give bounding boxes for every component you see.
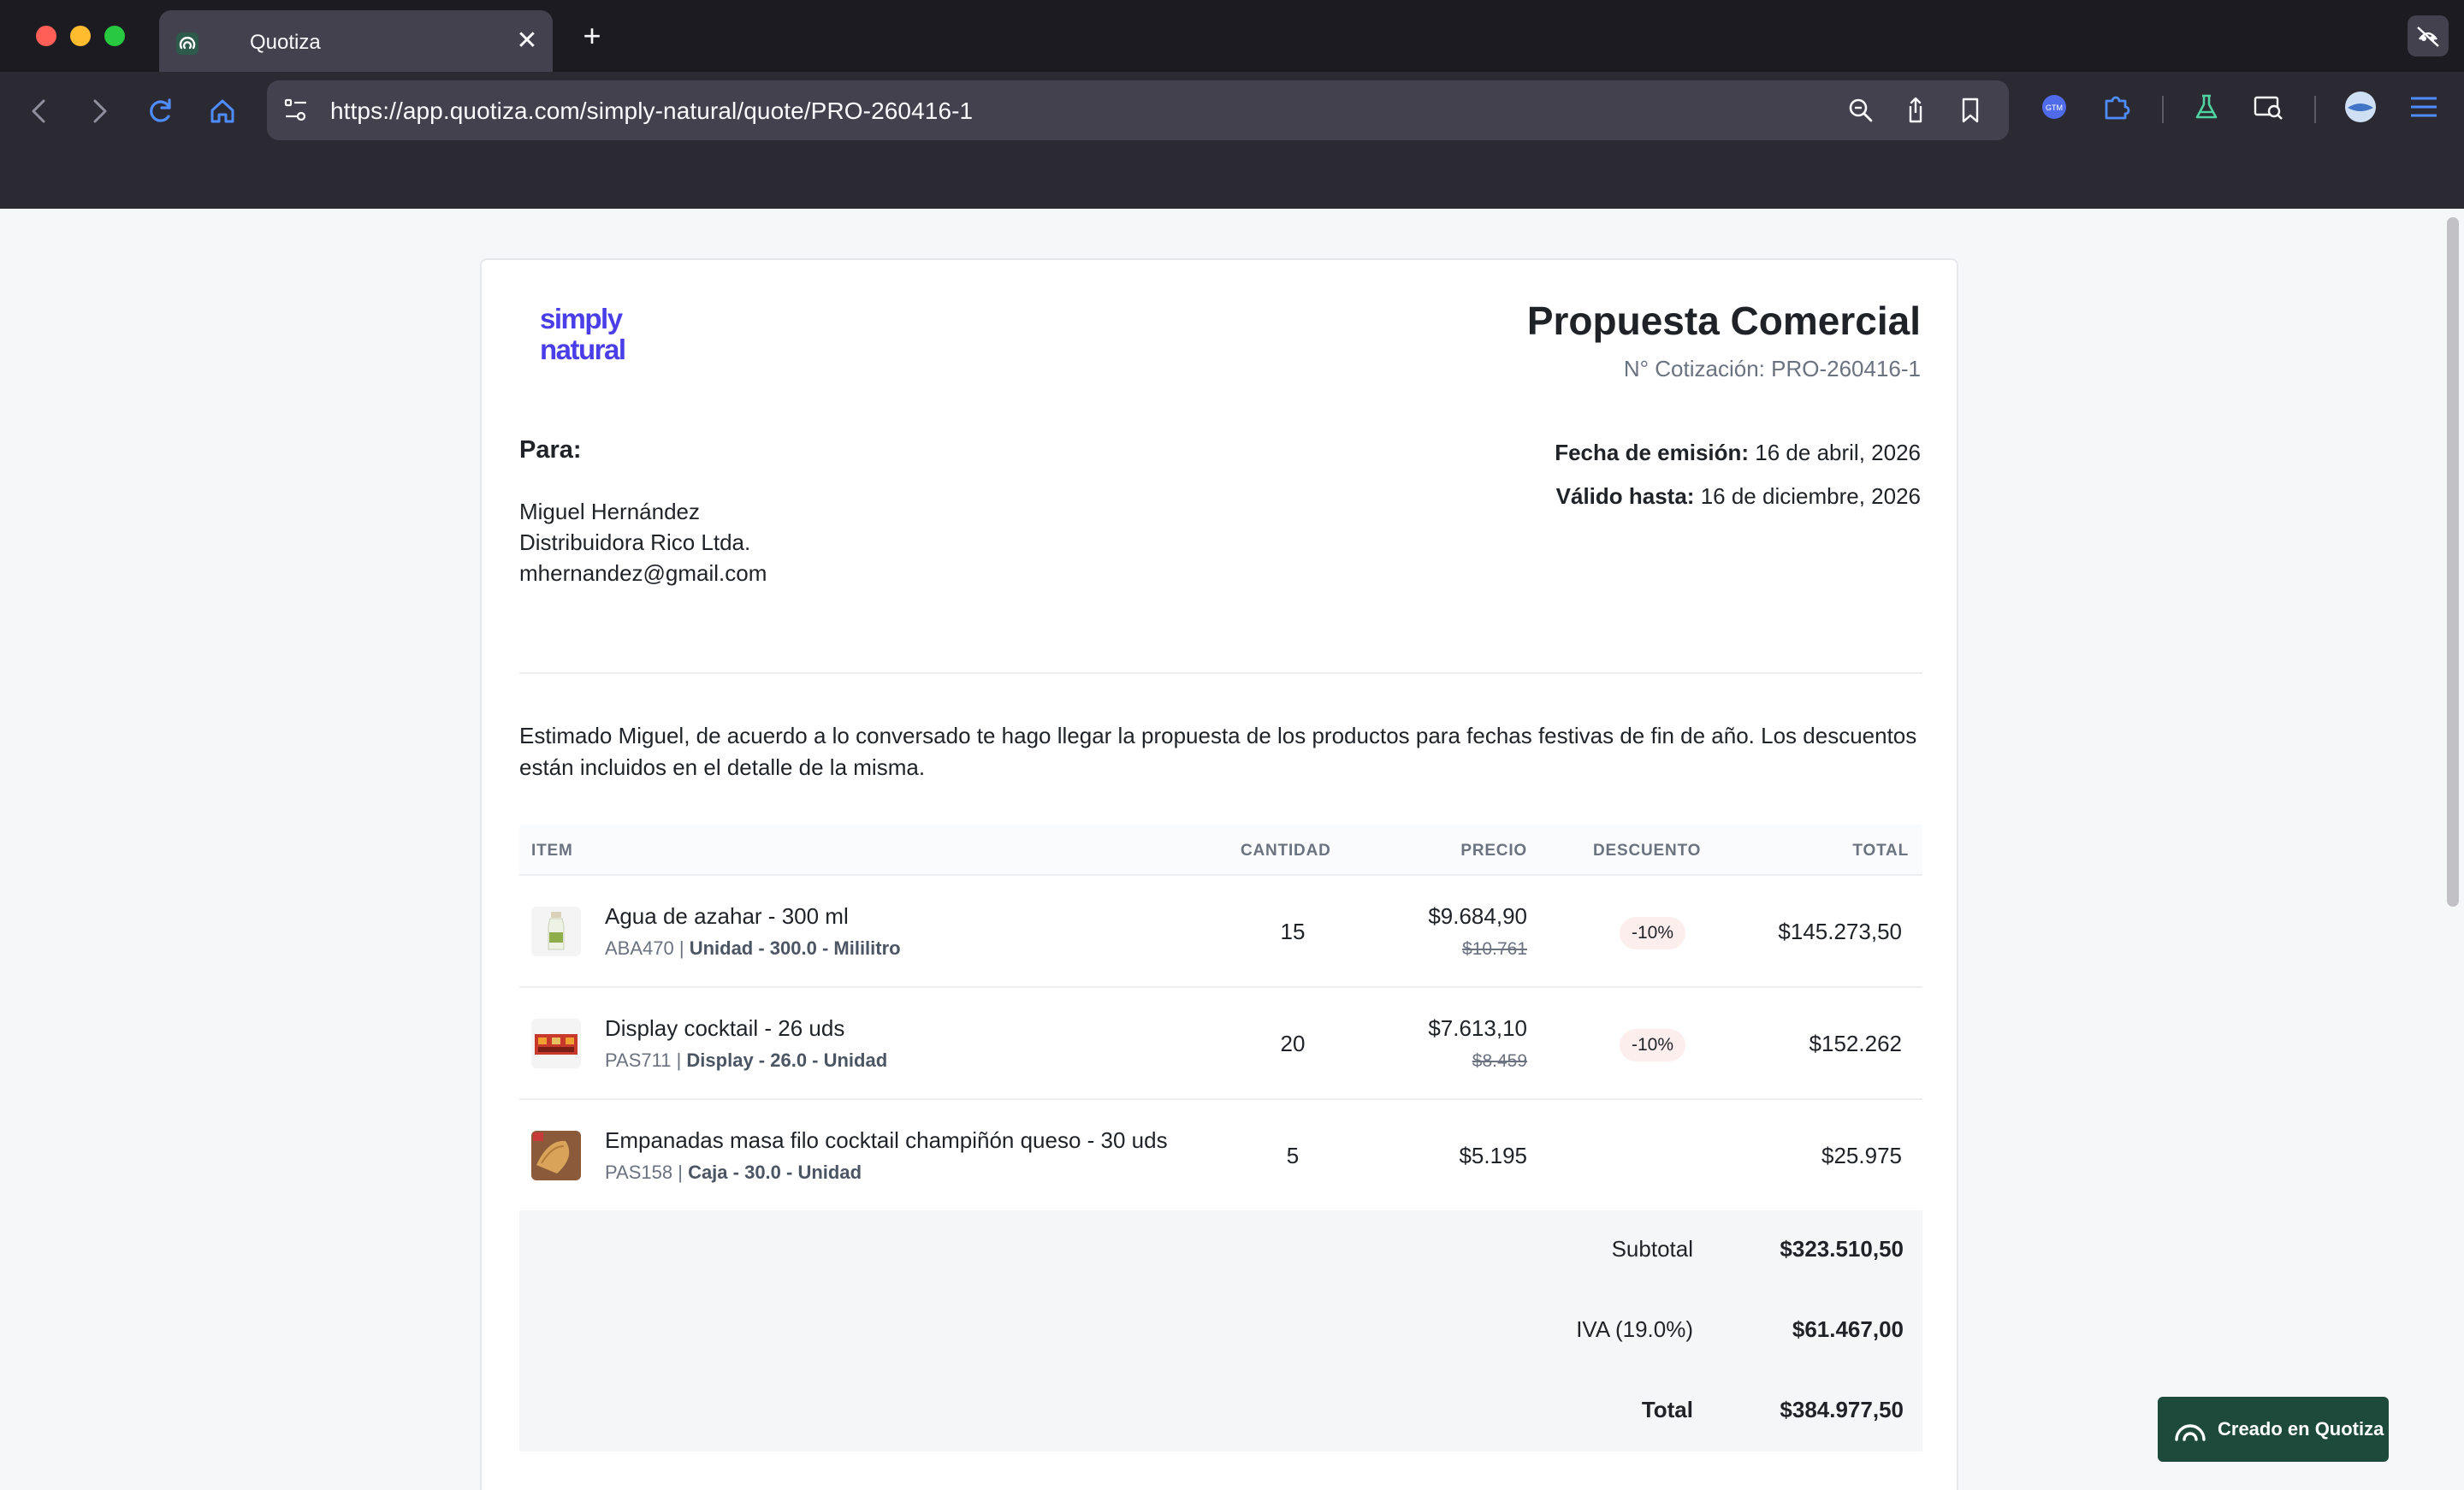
quote-number: N° Cotización: PRO-260416-1 [1623,356,1921,381]
page-scrollbar[interactable] [2447,217,2459,907]
svg-text:GTM: GTM [2046,103,2063,112]
valid-until-label: Válido hasta: [1555,483,1695,509]
client-name: Miguel Hernández [519,499,701,524]
item-total: $25.975 [1821,1143,1902,1168]
item-price: $7.613,10 [1428,1015,1527,1041]
item-name: Empanadas masa filo cocktail champiñón q… [605,1127,1168,1153]
subtotal-label: Subtotal [1611,1236,1693,1262]
bookmark-icon[interactable] [1954,94,1987,127]
column-header-total: TOTAL [1852,842,1909,860]
product-image-empanadas [531,1131,581,1180]
column-header-quantity: CANTIDAD [1241,842,1331,860]
url-text[interactable]: https://app.quotiza.com/simply-natural/q… [330,98,973,125]
item-name: Display cocktail - 26 uds [605,1015,845,1041]
product-image-display-cocktail [531,1019,581,1068]
client-email: mhernandez@gmail.com [519,560,767,586]
item-price: $5.195 [1459,1143,1527,1168]
item-original-price: $8.459 [1472,1051,1527,1071]
item-quantity: 5 [1286,1143,1300,1168]
column-header-item: ITEM [531,842,573,860]
recipient-label: Para: [519,436,582,464]
items-table-header: ITEM CANTIDAD PRECIO DESCUENTO TOTAL [519,825,1922,876]
quote-dates: Fecha de emisión: 16 de abril, 2026 Váli… [1555,431,1921,518]
total-value: $384.977,50 [1780,1397,1904,1422]
item-details: PAS158 | Caja - 30.0 - Unidad [605,1162,862,1183]
issue-date: 16 de abril, 2026 [1755,440,1921,465]
item-details: PAS711 | Display - 26.0 - Unidad [605,1050,888,1071]
new-tab-button[interactable]: + [575,19,609,53]
item-quantity: 20 [1280,1031,1306,1056]
reader-search-icon[interactable] [2250,89,2286,125]
svg-text:simply: simply [540,305,624,334]
valid-until-date: 16 de diciembre, 2026 [1700,483,1921,509]
totals-summary: Subtotal $323.510,50 IVA (19.0%) $61.467… [519,1210,1922,1452]
labs-flask-icon[interactable] [2189,89,2224,125]
item-total: $152.262 [1809,1031,1902,1056]
table-row: Empanadas masa filo cocktail champiñón q… [519,1100,1922,1212]
home-icon[interactable] [200,89,245,133]
tax-value: $61.467,00 [1792,1316,1904,1342]
close-tab-icon[interactable]: ✕ [513,27,541,55]
toolbar-separator [2314,96,2316,123]
column-header-discount: DESCUENTO [1593,842,1702,860]
translate-extension-icon[interactable]: GTM [2036,89,2072,125]
simply-natural-logo: simply natural [540,305,626,364]
svg-text:natural: natural [540,334,625,364]
item-name: Agua de azahar - 300 ml [605,903,849,929]
share-icon[interactable] [1899,94,1932,127]
section-divider [519,672,1922,674]
item-price: $9.684,90 [1428,903,1527,929]
item-details: ABA470 | Unidad - 300.0 - Mililitro [605,937,901,959]
quotiza-favicon-icon [176,33,198,55]
subtotal-value: $323.510,50 [1780,1236,1904,1262]
browser-toolbar: https://app.quotiza.com/simply-natural/q… [0,72,2464,209]
table-row: Display cocktail - 26 uds PAS711 | Displ… [519,988,1922,1100]
browser-tab-quotiza[interactable]: Quotiza ✕ [159,10,553,72]
close-window-button[interactable] [36,26,56,46]
forward-arrow-icon[interactable] [77,89,121,133]
discount-badge: -10% [1620,1029,1686,1061]
page-title: Propuesta Comercial [1526,299,1921,343]
quote-card: simply natural Propuesta Comercial N° Co… [480,258,1958,1490]
site-permissions-icon[interactable] [281,95,311,126]
zoom-icon[interactable] [1845,94,1877,127]
client-info: Miguel Hernández Distribuidora Rico Ltda… [519,496,767,588]
client-company: Distribuidora Rico Ltda. [519,529,751,555]
profile-avatar-icon[interactable] [2343,89,2378,125]
maximize-window-button[interactable] [104,26,125,46]
page-viewport: simply natural Propuesta Comercial N° Co… [0,209,2464,1490]
item-original-price: $10.761 [1462,939,1527,959]
intro-message: Estimado Miguel, de acuerdo a lo convers… [519,723,1917,780]
item-total: $145.273,50 [1778,919,1902,944]
total-label: Total [1641,1397,1693,1422]
column-header-price: PRECIO [1460,842,1527,860]
reload-icon[interactable] [139,89,183,133]
address-bar[interactable]: https://app.quotiza.com/simply-natural/q… [267,80,2009,140]
menu-hamburger-icon[interactable] [2406,89,2442,125]
tax-label: IVA (19.0%) [1576,1316,1693,1342]
quotiza-logo-icon [2175,1424,2206,1441]
item-quantity: 15 [1280,919,1306,944]
toolbar-separator [2162,96,2164,123]
minimize-window-button[interactable] [70,26,91,46]
table-row: Agua de azahar - 300 ml ABA470 | Unidad … [519,876,1922,988]
private-browsing-icon[interactable] [2408,15,2449,56]
issue-date-label: Fecha de emisión: [1555,440,1750,465]
discount-badge: -10% [1620,917,1686,949]
extensions-puzzle-icon[interactable] [2098,89,2134,125]
tab-title: Quotiza [250,31,321,54]
created-in-quotiza-badge[interactable]: Creado en Quotiza [2158,1397,2389,1462]
browser-titlebar: Quotiza ✕ + [0,0,2464,72]
product-image-agua-de-azahar [531,907,581,956]
badge-label: Creado en Quotiza [2218,1418,2384,1440]
back-arrow-icon[interactable] [17,89,62,133]
